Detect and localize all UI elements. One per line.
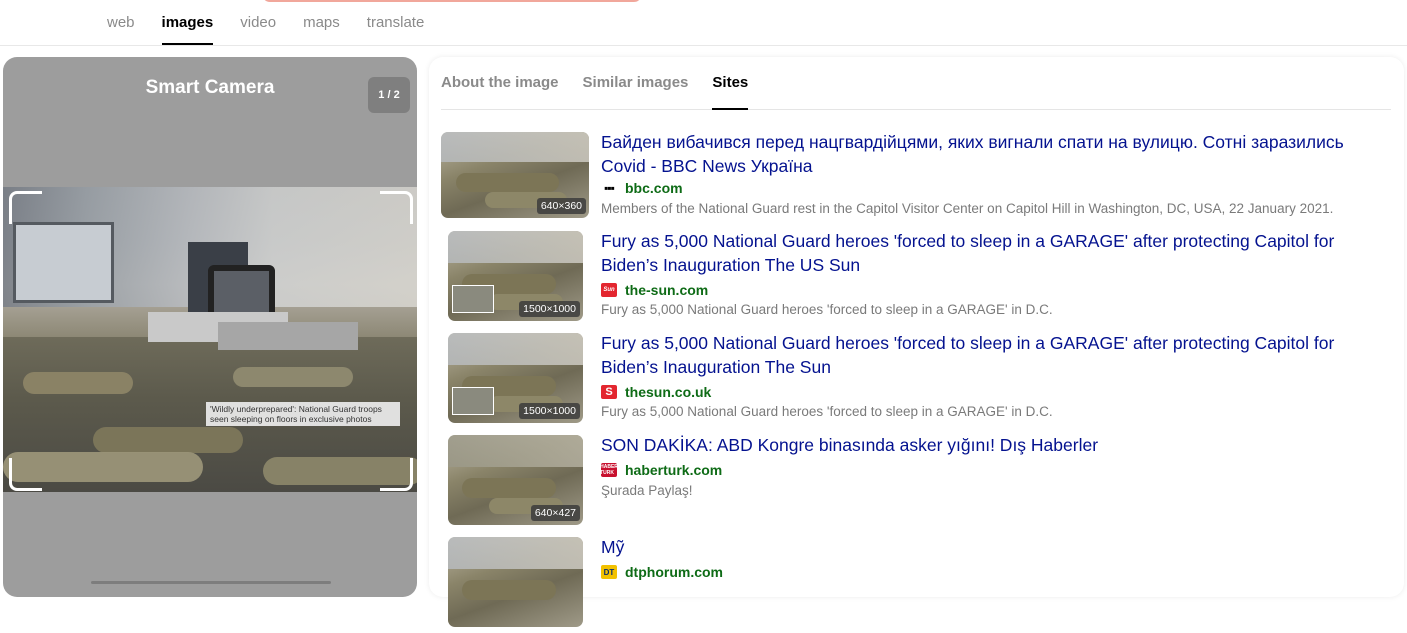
result-site-link[interactable]: DT dtphorum.com (601, 564, 723, 580)
result-thumbnail[interactable]: 640×427 (448, 435, 583, 525)
list-item: Mỹ DT dtphorum.com (441, 537, 1391, 633)
nav-tab-video[interactable]: video (240, 0, 276, 45)
thesun-icon: S (601, 385, 617, 399)
image-size-badge: 640×360 (536, 198, 586, 214)
result-title-link[interactable]: SON DAKİKA: ABD Kongre binasında asker y… (601, 433, 1391, 457)
result-title-link[interactable]: Байден вибачився перед нацгвардійцями, я… (601, 130, 1391, 178)
result-site-name: bbc.com (625, 180, 683, 196)
nav-tab-translate[interactable]: translate (367, 0, 425, 45)
image-soldier (23, 372, 133, 394)
thumb-bg (441, 132, 589, 163)
result-description: Fury as 5,000 National Guard heroes 'for… (601, 302, 1053, 317)
nav-tab-images[interactable]: images (161, 0, 213, 45)
result-site-link[interactable]: HABER TURK haberturk.com (600, 462, 723, 478)
thumb-bg (448, 231, 583, 263)
result-thumbnail[interactable]: 1500×1000 (448, 333, 583, 423)
result-site-name: the-sun.com (625, 282, 709, 298)
thumb-bg (448, 435, 583, 467)
image-size-badge: 640×427 (530, 505, 580, 521)
dt-icon: DT (601, 565, 617, 579)
result-site-name: dtphorum.com (625, 564, 723, 580)
thumb-inset (452, 387, 494, 415)
list-item: 640×427 SON DAKİKA: ABD Kongre binasında… (441, 435, 1391, 531)
haberturk-icon: HABER TURK (600, 463, 618, 477)
result-thumbnail[interactable] (448, 537, 583, 627)
sun-icon: Sun (601, 283, 617, 297)
image-table-2 (218, 322, 358, 350)
result-site-link[interactable]: S thesun.co.uk (601, 384, 711, 400)
smart-camera-title: Smart Camera (145, 77, 275, 98)
nav-tab-web[interactable]: web (107, 0, 135, 45)
image-window (13, 222, 114, 303)
thumb-bg (448, 333, 583, 365)
nav-tab-maps[interactable]: maps (303, 0, 340, 45)
thumb-figure (461, 580, 556, 600)
tab-sites[interactable]: Sites (712, 57, 748, 110)
tab-about-image[interactable]: About the image (441, 57, 559, 109)
results-panel: About the image Similar images Sites 640… (429, 57, 1404, 627)
image-caption: 'Wildly underprepared': National Guard t… (206, 402, 400, 426)
image-soldier (93, 427, 243, 453)
image-size-badge: 1500×1000 (519, 301, 580, 317)
result-site-link[interactable]: Sun the-sun.com (601, 282, 708, 298)
search-type-nav: web images video maps translate (107, 0, 451, 45)
list-item: 1500×1000 Fury as 5,000 National Guard h… (441, 333, 1391, 429)
result-description: Şurada Paylaş! (601, 483, 693, 498)
result-site-name: thesun.co.uk (625, 384, 712, 400)
thumb-figure (461, 478, 556, 498)
result-thumbnail[interactable]: 1500×1000 (448, 231, 583, 321)
nav-divider (0, 45, 1407, 46)
list-item: 1500×1000 Fury as 5,000 National Guard h… (441, 231, 1391, 327)
image-counter[interactable]: 1 / 2 (368, 77, 410, 113)
tab-similar-images[interactable]: Similar images (583, 57, 689, 109)
thumb-inset (452, 285, 494, 313)
thumb-figure (455, 173, 560, 193)
crop-corner-bottom-right[interactable] (380, 458, 413, 491)
query-image[interactable]: 'Wildly underprepared': National Guard t… (3, 187, 417, 492)
crop-corner-bottom-left[interactable] (9, 458, 42, 491)
bbc-icon: ▪▪▪ (604, 181, 615, 195)
crop-corner-top-left[interactable] (9, 191, 42, 224)
crop-corner-top-right[interactable] (380, 191, 413, 224)
list-item: 640×360 Байден вибачився перед нацгварді… (441, 132, 1391, 228)
result-title-link[interactable]: Mỹ (601, 535, 1391, 559)
result-title-link[interactable]: Fury as 5,000 National Guard heroes 'for… (601, 229, 1391, 277)
result-title-link[interactable]: Fury as 5,000 National Guard heroes 'for… (601, 331, 1391, 379)
result-site-name: haberturk.com (625, 462, 723, 478)
image-size-badge: 1500×1000 (519, 403, 580, 419)
thumb-bg (448, 537, 583, 569)
smart-camera-panel: Smart Camera 'Wildly underprepared': Nat… (3, 57, 417, 597)
results-tabs: About the image Similar images Sites (441, 57, 1391, 110)
result-description: Members of the National Guard rest in th… (601, 201, 1334, 216)
result-site-link[interactable]: ▪▪▪ bbc.com (601, 180, 683, 196)
image-soldier (233, 367, 353, 387)
result-description: Fury as 5,000 National Guard heroes 'for… (601, 404, 1053, 419)
result-thumbnail[interactable]: 640×360 (441, 132, 589, 218)
